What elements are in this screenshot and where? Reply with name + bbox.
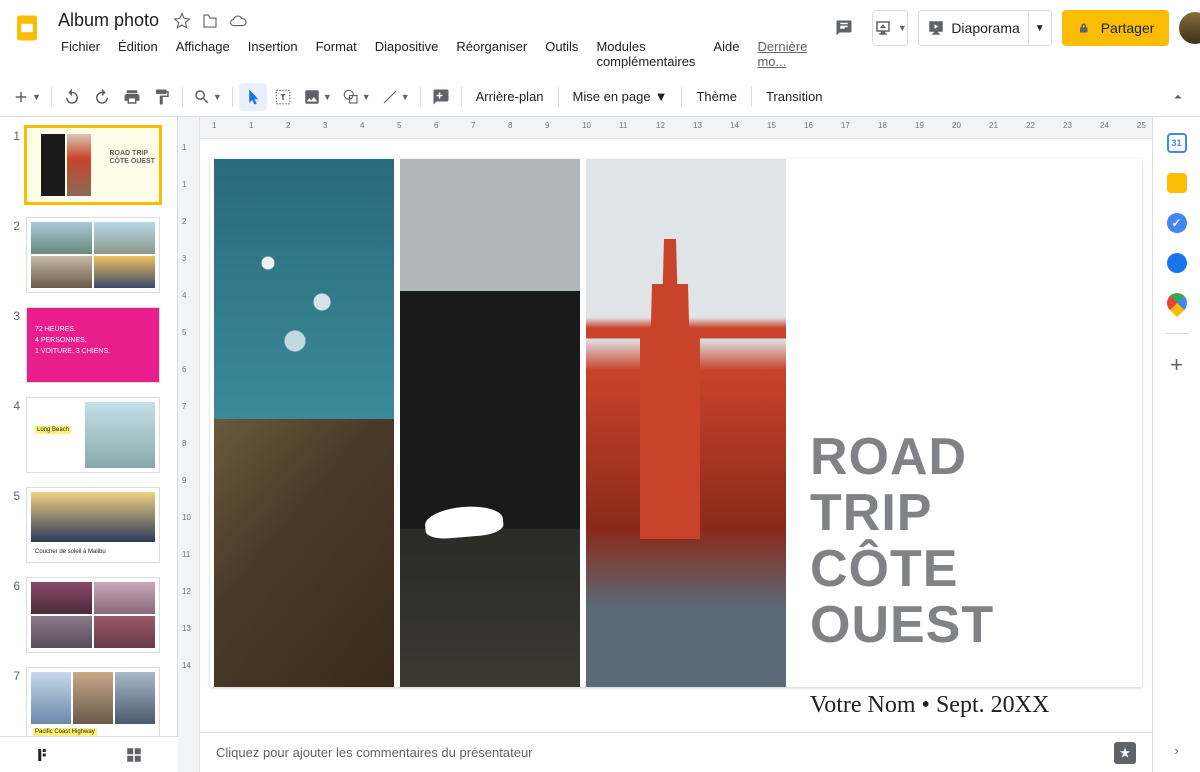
explore-button[interactable] bbox=[1114, 742, 1136, 764]
menu-slide[interactable]: Diapositive bbox=[368, 35, 446, 73]
tasks-icon[interactable] bbox=[1167, 213, 1187, 233]
filmstrip-view-button[interactable] bbox=[30, 741, 60, 769]
thumb-1[interactable]: 1 ROAD TRIP CÔTE OUEST bbox=[6, 127, 175, 203]
slide-image-person bbox=[400, 159, 580, 687]
thumb-number: 3 bbox=[6, 307, 20, 383]
menu-edit[interactable]: Édition bbox=[111, 35, 165, 73]
slide[interactable]: ROAD TRIPCÔTE OUEST Votre Nom • Sept. 20… bbox=[210, 159, 1142, 687]
star-icon[interactable] bbox=[173, 12, 191, 30]
thumb-number: 7 bbox=[6, 667, 20, 743]
calendar-icon[interactable] bbox=[1167, 133, 1187, 153]
comments-button[interactable] bbox=[826, 10, 862, 46]
side-panel-separator bbox=[1165, 333, 1189, 334]
side-panel: + › bbox=[1152, 117, 1200, 772]
contacts-icon[interactable] bbox=[1167, 253, 1187, 273]
transition-button[interactable]: Transition bbox=[758, 83, 831, 111]
header: Album photo Fichier Édition Affichage In… bbox=[0, 0, 1200, 73]
select-tool-button[interactable] bbox=[239, 83, 267, 111]
thumb-2[interactable]: 2 bbox=[6, 217, 175, 293]
shape-button[interactable]: ▼ bbox=[338, 83, 375, 111]
undo-button[interactable] bbox=[58, 83, 86, 111]
slideshow-label: Diaporama bbox=[951, 20, 1019, 36]
theme-button[interactable]: Thème bbox=[688, 83, 744, 111]
present-to-device-button[interactable]: ▼ bbox=[872, 10, 908, 46]
layout-label: Mise en page bbox=[573, 89, 651, 104]
grid-view-button[interactable] bbox=[119, 741, 149, 769]
thumb-6[interactable]: 6 bbox=[6, 577, 175, 653]
thumb-4[interactable]: 4 Long Beach bbox=[6, 397, 175, 473]
menu-tools[interactable]: Outils bbox=[538, 35, 585, 73]
print-button[interactable] bbox=[118, 83, 146, 111]
thumb-number: 1 bbox=[6, 127, 20, 203]
share-button[interactable]: Partager bbox=[1062, 10, 1170, 46]
vertical-ruler: 11234567891011121314 bbox=[178, 117, 200, 772]
collapse-toolbar-button[interactable] bbox=[1164, 83, 1192, 111]
thumb-5[interactable]: 5 Coucher de soleil à Malibu bbox=[6, 487, 175, 563]
slide-title-box[interactable]: ROAD TRIPCÔTE OUEST Votre Nom • Sept. 20… bbox=[810, 429, 1104, 719]
filmstrip[interactable]: 1 ROAD TRIP CÔTE OUEST 2 3 72 HEURES.4 P… bbox=[0, 117, 178, 772]
redo-button[interactable] bbox=[88, 83, 116, 111]
thumb-number: 6 bbox=[6, 577, 20, 653]
thumb-number: 4 bbox=[6, 397, 20, 473]
slideshow-button[interactable]: Diaporama bbox=[918, 10, 1028, 46]
speaker-notes-placeholder: Cliquez pour ajouter les commentaires du… bbox=[216, 745, 533, 760]
keep-icon[interactable] bbox=[1167, 173, 1187, 193]
image-button[interactable]: ▼ bbox=[299, 83, 336, 111]
menu-view[interactable]: Affichage bbox=[169, 35, 237, 73]
menu-addons[interactable]: Modules complémentaires bbox=[589, 35, 702, 73]
slide-image-waves bbox=[214, 159, 394, 419]
maps-icon[interactable] bbox=[1162, 289, 1190, 317]
menu-file[interactable]: Fichier bbox=[54, 35, 107, 73]
thumb-title: ROAD TRIP CÔTE OUEST bbox=[109, 150, 155, 167]
background-button[interactable]: Arrière-plan bbox=[468, 83, 552, 111]
filmstrip-footer bbox=[0, 736, 178, 772]
layout-button[interactable]: Mise en page▼ bbox=[565, 83, 676, 111]
cloud-status-icon[interactable] bbox=[229, 12, 247, 30]
move-icon[interactable] bbox=[201, 12, 219, 30]
add-on-plus-icon[interactable]: + bbox=[1170, 354, 1183, 376]
thumb-3[interactable]: 3 72 HEURES.4 PERSONNES.1 VOITURE. 3 CHI… bbox=[6, 307, 175, 383]
thumb-number: 2 bbox=[6, 217, 20, 293]
main-area: 1 ROAD TRIP CÔTE OUEST 2 3 72 HEURES.4 P… bbox=[0, 117, 1200, 772]
line-button[interactable]: ▼ bbox=[377, 83, 414, 111]
slide-image-rocks bbox=[214, 419, 394, 687]
new-slide-button[interactable]: ▼ bbox=[8, 83, 45, 111]
text-box-button[interactable] bbox=[269, 83, 297, 111]
share-label: Partager bbox=[1101, 20, 1155, 36]
comment-add-button[interactable] bbox=[427, 83, 455, 111]
doc-title[interactable]: Album photo bbox=[54, 8, 163, 33]
zoom-button[interactable]: ▼ bbox=[189, 83, 226, 111]
toolbar: ▼ ▼ ▼ ▼ ▼ Arrière-plan Mise en page▼ Thè… bbox=[0, 77, 1200, 117]
slide-subtitle: Votre Nom • Sept. 20XX bbox=[810, 692, 1104, 719]
menu-help[interactable]: Aide bbox=[706, 35, 746, 73]
account-avatar[interactable] bbox=[1179, 12, 1200, 44]
paint-format-button[interactable] bbox=[148, 83, 176, 111]
collapse-side-panel-icon[interactable]: › bbox=[1174, 743, 1178, 758]
slideshow-dropdown[interactable]: ▼ bbox=[1029, 10, 1052, 46]
menu-format[interactable]: Format bbox=[309, 35, 364, 73]
menu-insert[interactable]: Insertion bbox=[241, 35, 305, 73]
thumb-7[interactable]: 7 Pacific Coast Highway bbox=[6, 667, 175, 743]
last-edit-link[interactable]: Dernière mo... bbox=[750, 35, 814, 73]
horizontal-ruler: 1123456789101112131415161718192021222324… bbox=[200, 117, 1152, 139]
menu-arrange[interactable]: Réorganiser bbox=[449, 35, 534, 73]
menubar: Fichier Édition Affichage Insertion Form… bbox=[54, 35, 814, 73]
speaker-notes[interactable]: Cliquez pour ajouter les commentaires du… bbox=[200, 732, 1152, 772]
canvas[interactable]: ROAD TRIPCÔTE OUEST Votre Nom • Sept. 20… bbox=[200, 139, 1152, 732]
slides-logo[interactable] bbox=[12, 10, 42, 46]
slide-title: ROAD TRIPCÔTE OUEST bbox=[810, 429, 1104, 654]
thumb-number: 5 bbox=[6, 487, 20, 563]
